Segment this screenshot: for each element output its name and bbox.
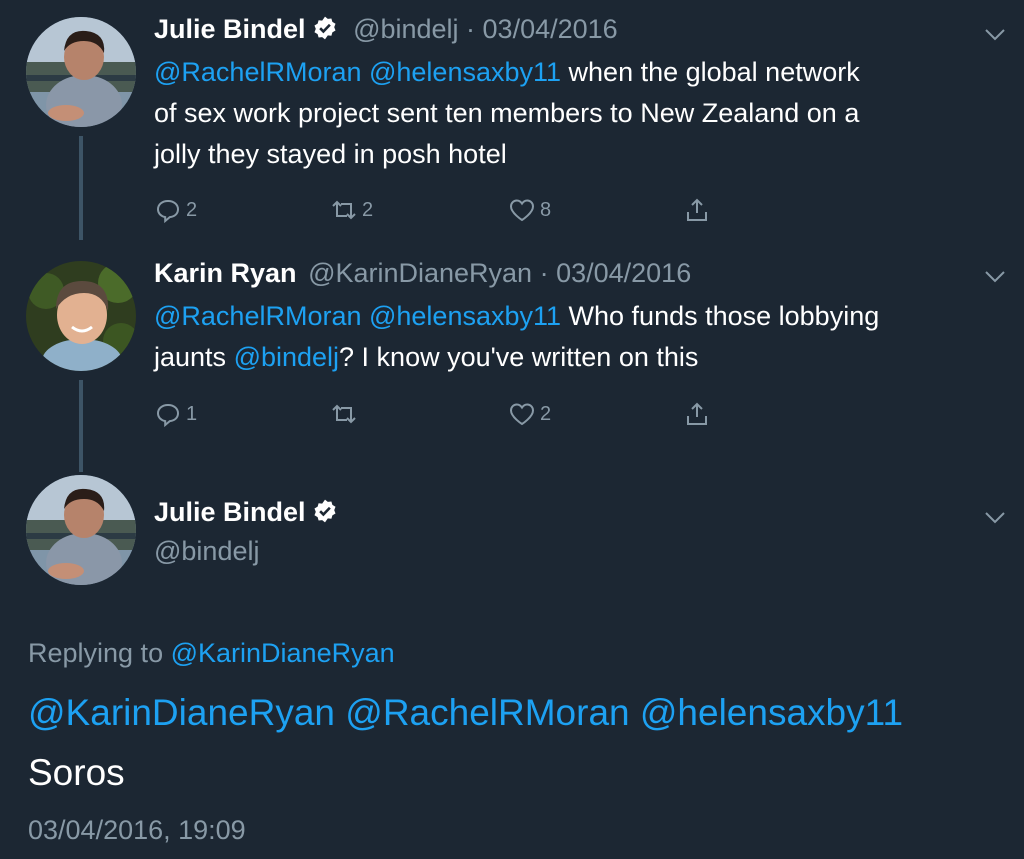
main-tweet-header: Julie Bindel: [154, 497, 338, 528]
retweet-icon: [332, 404, 356, 424]
like-button[interactable]: 2: [508, 400, 551, 428]
handle[interactable]: @KarinDianeRyan: [308, 258, 532, 288]
retweet-button[interactable]: 2: [330, 196, 373, 224]
like-icon: [509, 199, 535, 222]
tweet-text: @RachelRMoran @helensaxby11 when the glo…: [154, 57, 860, 169]
retweet-icon: [332, 200, 356, 220]
main-tweet-timestamp[interactable]: 03/04/2016, 19:09: [28, 815, 246, 846]
thread-line: [79, 136, 83, 240]
tweet-header: Julie Bindel @bindelj · 03/04/2016: [154, 14, 618, 45]
tweet-date[interactable]: 03/04/2016: [483, 14, 618, 44]
display-name[interactable]: Julie Bindel: [154, 14, 306, 44]
reply-icon: [156, 403, 180, 428]
avatar-julie-bindel[interactable]: [26, 475, 136, 585]
handle[interactable]: @bindelj: [353, 14, 458, 44]
avatar-karin-ryan[interactable]: [26, 261, 136, 371]
replying-to: Replying to @KarinDianeRyan: [28, 638, 395, 668]
chevron-down-icon[interactable]: [984, 270, 1006, 284]
main-tweet-body: Soros: [28, 752, 125, 793]
main-tweet-mentions[interactable]: @KarinDianeRyan @RachelRMoran @helensaxb…: [28, 692, 903, 734]
like-button[interactable]: 8: [508, 196, 551, 224]
handle[interactable]: @bindelj: [154, 536, 259, 567]
like-icon: [509, 403, 535, 426]
tweet-text: @RachelRMoran @helensaxby11 Who funds th…: [154, 301, 880, 372]
reply-button[interactable]: 1: [154, 400, 197, 428]
chevron-down-icon[interactable]: [984, 511, 1006, 525]
share-icon: [687, 402, 707, 425]
mention-link[interactable]: @RachelRMoran @helensaxby11: [154, 57, 561, 87]
display-name[interactable]: Julie Bindel: [154, 497, 306, 527]
tweet-header: Karin Ryan @KarinDianeRyan · 03/04/2016: [154, 258, 691, 289]
reply-button[interactable]: 2: [154, 196, 197, 224]
display-name[interactable]: Karin Ryan: [154, 258, 297, 288]
tweet-date[interactable]: 03/04/2016: [556, 258, 691, 288]
share-button[interactable]: [683, 196, 711, 224]
verified-icon: [314, 16, 336, 40]
share-button[interactable]: [683, 400, 711, 428]
chevron-down-icon[interactable]: [984, 28, 1006, 42]
mention-link[interactable]: @bindelj: [234, 342, 339, 372]
replying-to-link[interactable]: @KarinDianeRyan: [171, 638, 395, 668]
separator: ·: [532, 258, 557, 288]
mention-link[interactable]: @RachelRMoran @helensaxby11: [154, 301, 561, 331]
avatar-julie-bindel[interactable]: [26, 17, 136, 127]
retweet-button[interactable]: [330, 400, 362, 428]
thread-line: [79, 380, 83, 472]
share-icon: [687, 198, 707, 221]
reply-icon: [156, 199, 180, 224]
separator: ·: [458, 14, 483, 44]
verified-icon: [314, 499, 336, 523]
